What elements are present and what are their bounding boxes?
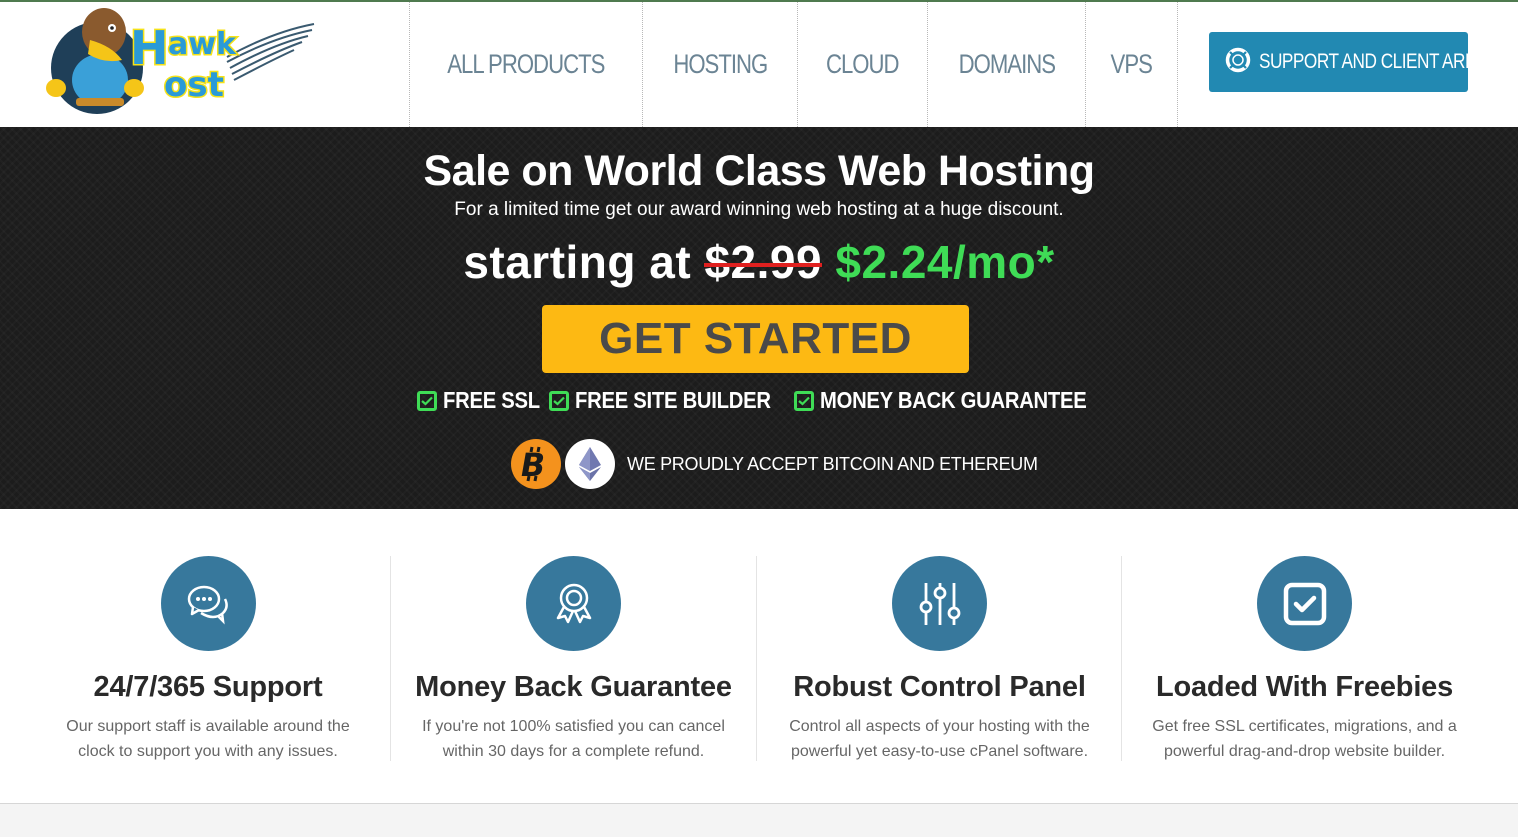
check-square-icon <box>549 390 570 411</box>
desc-line: within 30 days for a complete refund. <box>442 743 705 760</box>
benefit-support: 24/7/365 Support Our support staff is av… <box>25 556 391 761</box>
site-header: H awk ost ALL PRODUCTS HOSTING CLOUD DOM… <box>0 2 1518 127</box>
desc-line: powerful yet easy-to-use cPanel software… <box>790 743 1089 760</box>
benefit-description: If you're not 100% satisfied you can can… <box>391 714 756 764</box>
benefit-description: Control all aspects of your hosting with… <box>757 714 1122 764</box>
desc-line: Our support staff is available around th… <box>66 718 350 735</box>
benefit-money-back: Money Back Guarantee If you're not 100% … <box>390 556 756 761</box>
benefit-description: Our support staff is available around th… <box>25 714 391 764</box>
nav-cloud[interactable]: CLOUD <box>797 2 927 127</box>
hero-subtitle: For a limited time get our award winning… <box>454 199 1064 220</box>
feature-label: FREE SSL <box>443 387 541 413</box>
benefit-title: 24/7/365 Support <box>93 671 323 703</box>
sliders-icon <box>892 556 987 651</box>
check-square-icon <box>417 390 438 411</box>
price-row: starting at $2.99 $2.24/mo* <box>0 235 1518 289</box>
desc-line: clock to support you with any issues. <box>78 743 338 760</box>
nav-hosting[interactable]: HOSTING <box>641 2 798 127</box>
nav-label: ALL PRODUCTS <box>447 49 605 79</box>
feature-label: MONEY BACK GUARANTEE <box>819 387 1087 413</box>
crypto-text: WE PROUDLY ACCEPT BITCOIN AND ETHEREUM <box>627 453 1038 474</box>
desc-line: Get free SSL certificates, migrations, a… <box>1152 718 1457 735</box>
check-square-icon <box>793 390 814 411</box>
new-price: $2.24/mo* <box>835 236 1055 288</box>
award-ribbon-icon <box>526 556 621 651</box>
benefit-title: Loaded With Freebies <box>1155 671 1454 703</box>
crypto-payments: B WE PROUDLY ACCEPT BITCOIN AND ETHEREUM <box>511 439 1038 489</box>
nav-label: DOMAINS <box>958 49 1055 79</box>
price-prefix: starting at <box>463 236 692 288</box>
benefit-title: Money Back Guarantee <box>415 671 732 703</box>
support-button-label: SUPPORT AND CLIENT AREA <box>1259 50 1487 73</box>
desc-line: Control all aspects of your hosting with… <box>789 718 1090 735</box>
ethereum-icon <box>565 439 615 489</box>
nav-label: HOSTING <box>672 49 768 79</box>
feature-money-back: MONEY BACK GUARANTEE <box>793 387 1101 414</box>
svg-text:H: H <box>130 21 169 75</box>
svg-text:ost: ost <box>164 65 224 105</box>
hero-features: FREE SSL FREE SITE BUILDER MONEY BACK GU… <box>0 387 1518 414</box>
hero-title: Sale on World Class Web Hosting <box>423 147 1095 195</box>
old-price: $2.99 <box>704 236 823 288</box>
benefit-control-panel: Robust Control Panel Control all aspects… <box>756 556 1122 761</box>
benefits-section: 24/7/365 Support Our support staff is av… <box>0 509 1518 804</box>
checkbox-icon <box>1257 556 1352 651</box>
bitcoin-icon: B <box>511 439 561 489</box>
desc-line: powerful drag-and-drop website builder. <box>1163 743 1446 760</box>
hero-banner: Sale on World Class Web Hosting For a li… <box>0 127 1518 509</box>
benefit-title: Robust Control Panel <box>793 671 1086 703</box>
benefit-freebies: Loaded With Freebies Get free SSL certif… <box>1121 556 1487 761</box>
hawk-host-logo[interactable]: H awk ost <box>42 2 318 114</box>
main-nav: ALL PRODUCTS HOSTING CLOUD DOMAINS VPS C… <box>409 2 1338 127</box>
feature-label: FREE SITE BUILDER <box>575 387 772 413</box>
benefit-description: Get free SSL certificates, migrations, a… <box>1122 714 1487 764</box>
svg-text:awk: awk <box>168 27 237 62</box>
get-started-button[interactable]: GET STARTED <box>542 305 969 373</box>
nav-domains[interactable]: DOMAINS <box>926 2 1086 127</box>
nav-vps[interactable]: VPS <box>1085 2 1176 127</box>
feature-free-ssl: FREE SSL <box>417 387 540 414</box>
chat-bubbles-icon <box>160 556 256 651</box>
nav-label: CLOUD <box>826 49 900 79</box>
support-client-area-button[interactable]: SUPPORT AND CLIENT AREA <box>1209 32 1487 92</box>
feature-free-site-builder: FREE SITE BUILDER <box>549 387 775 414</box>
nav-label: VPS <box>1110 49 1153 79</box>
desc-line: If you're not 100% satisfied you can can… <box>422 718 725 735</box>
lifebuoy-icon <box>1225 47 1251 78</box>
nav-all-products[interactable]: ALL PRODUCTS <box>409 2 642 127</box>
